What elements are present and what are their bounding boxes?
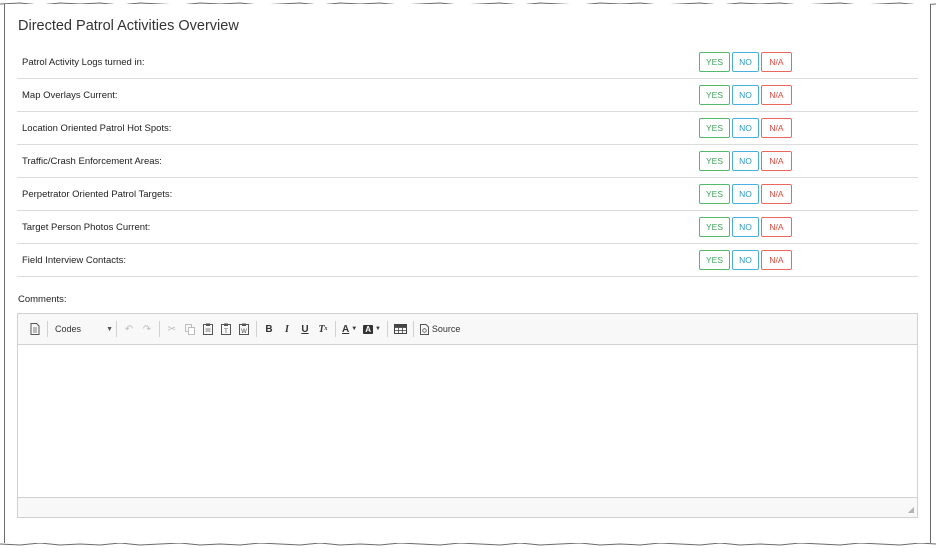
svg-text:W: W bbox=[241, 328, 247, 335]
toolbar-separator bbox=[47, 321, 48, 337]
redo-icon[interactable]: ↷ bbox=[139, 319, 155, 339]
undo-icon[interactable]: ↶ bbox=[121, 319, 137, 339]
yes-no-na-toggle: YES NO N/A bbox=[699, 184, 792, 204]
editor-statusbar: ◢ bbox=[18, 497, 917, 517]
comments-editor: Codes ▼ ↶ ↷ ✂ T W B I U Tx A ▼ A ▼ Sourc… bbox=[17, 313, 918, 518]
checklist-row-label: Location Oriented Patrol Hot Spots: bbox=[22, 122, 172, 134]
paste-icon[interactable] bbox=[200, 319, 216, 339]
no-button[interactable]: NO bbox=[732, 52, 759, 72]
yes-button[interactable]: YES bbox=[699, 85, 730, 105]
checklist-row-label: Patrol Activity Logs turned in: bbox=[22, 56, 145, 68]
remove-format-icon[interactable]: Tx bbox=[315, 319, 331, 339]
na-button[interactable]: N/A bbox=[761, 250, 792, 270]
na-button[interactable]: N/A bbox=[761, 151, 792, 171]
yes-no-na-toggle: YES NO N/A bbox=[699, 118, 792, 138]
format-combo[interactable]: Codes ▼ bbox=[51, 319, 113, 339]
na-button[interactable]: N/A bbox=[761, 85, 792, 105]
copy-icon[interactable] bbox=[182, 319, 198, 339]
svg-text:T: T bbox=[223, 328, 228, 335]
checklist-row-label: Target Person Photos Current: bbox=[22, 221, 151, 233]
yes-no-na-toggle: YES NO N/A bbox=[699, 52, 792, 72]
checklist-row-label: Map Overlays Current: bbox=[22, 89, 118, 101]
toolbar-separator bbox=[256, 321, 257, 337]
yes-button[interactable]: YES bbox=[699, 217, 730, 237]
checklist: Patrol Activity Logs turned in: YES NO N/A M… bbox=[17, 46, 918, 277]
no-button[interactable]: NO bbox=[732, 250, 759, 270]
document-icon[interactable] bbox=[27, 319, 43, 339]
yes-button[interactable]: YES bbox=[699, 250, 730, 270]
paste-text-icon[interactable]: T bbox=[218, 319, 234, 339]
yes-no-na-toggle: YES NO N/A bbox=[699, 151, 792, 171]
checklist-row: Perpetrator Oriented Patrol Targets: YES N… bbox=[17, 178, 918, 211]
no-button[interactable]: NO bbox=[732, 151, 759, 171]
yes-no-na-toggle: YES NO N/A bbox=[699, 85, 792, 105]
source-button[interactable]: Source bbox=[417, 323, 464, 335]
checklist-row: Location Oriented Patrol Hot Spots: YES NO… bbox=[17, 112, 918, 145]
chevron-down-icon: ▼ bbox=[106, 325, 113, 333]
yes-button[interactable]: YES bbox=[699, 151, 730, 171]
no-button[interactable]: NO bbox=[732, 184, 759, 204]
source-icon bbox=[419, 323, 429, 335]
editor-toolbar: Codes ▼ ↶ ↷ ✂ T W B I U Tx A ▼ A ▼ Sourc… bbox=[18, 314, 917, 345]
toolbar-separator bbox=[159, 321, 160, 337]
checklist-row: Target Person Photos Current: YES NO N/A bbox=[17, 211, 918, 244]
yes-button[interactable]: YES bbox=[699, 184, 730, 204]
bold-icon[interactable]: B bbox=[261, 319, 277, 339]
underline-icon[interactable]: U bbox=[297, 319, 313, 339]
yes-button[interactable]: YES bbox=[699, 118, 730, 138]
na-button[interactable]: N/A bbox=[761, 52, 792, 72]
toolbar-separator bbox=[335, 321, 336, 337]
cut-icon[interactable]: ✂ bbox=[164, 319, 180, 339]
checklist-row-label: Traffic/Crash Enforcement Areas: bbox=[22, 155, 162, 167]
source-label: Source bbox=[431, 324, 461, 334]
na-button[interactable]: N/A bbox=[761, 217, 792, 237]
panel-title: Directed Patrol Activities Overview bbox=[18, 18, 239, 34]
comments-textarea[interactable] bbox=[18, 345, 917, 497]
background-color-icon[interactable]: A ▼ bbox=[361, 319, 383, 339]
text-color-icon[interactable]: A ▼ bbox=[340, 319, 359, 339]
checklist-row-label: Field Interview Contacts: bbox=[22, 254, 127, 266]
table-icon[interactable] bbox=[392, 319, 409, 339]
yes-button[interactable]: YES bbox=[699, 52, 730, 72]
na-button[interactable]: N/A bbox=[761, 118, 792, 138]
paste-word-icon[interactable]: W bbox=[236, 319, 252, 339]
toolbar-separator bbox=[116, 321, 117, 337]
format-combo-value: Codes bbox=[55, 324, 82, 334]
italic-icon[interactable]: I bbox=[279, 319, 295, 339]
checklist-row: Map Overlays Current: YES NO N/A bbox=[17, 79, 918, 112]
resize-handle-icon[interactable]: ◢ bbox=[908, 505, 914, 514]
toolbar-separator bbox=[412, 321, 414, 337]
toolbar-separator bbox=[386, 321, 388, 337]
comments-label: Comments: bbox=[18, 294, 67, 305]
checklist-row: Patrol Activity Logs turned in: YES NO N/A bbox=[17, 46, 918, 79]
no-button[interactable]: NO bbox=[732, 217, 759, 237]
no-button[interactable]: NO bbox=[732, 85, 759, 105]
yes-no-na-toggle: YES NO N/A bbox=[699, 250, 792, 270]
checklist-row-label: Perpetrator Oriented Patrol Targets: bbox=[22, 188, 173, 200]
no-button[interactable]: NO bbox=[732, 118, 759, 138]
yes-no-na-toggle: YES NO N/A bbox=[699, 217, 792, 237]
na-button[interactable]: N/A bbox=[761, 184, 792, 204]
checklist-row: Field Interview Contacts: YES NO N/A bbox=[17, 244, 918, 277]
checklist-row: Traffic/Crash Enforcement Areas: YES NO N/A bbox=[17, 145, 918, 178]
